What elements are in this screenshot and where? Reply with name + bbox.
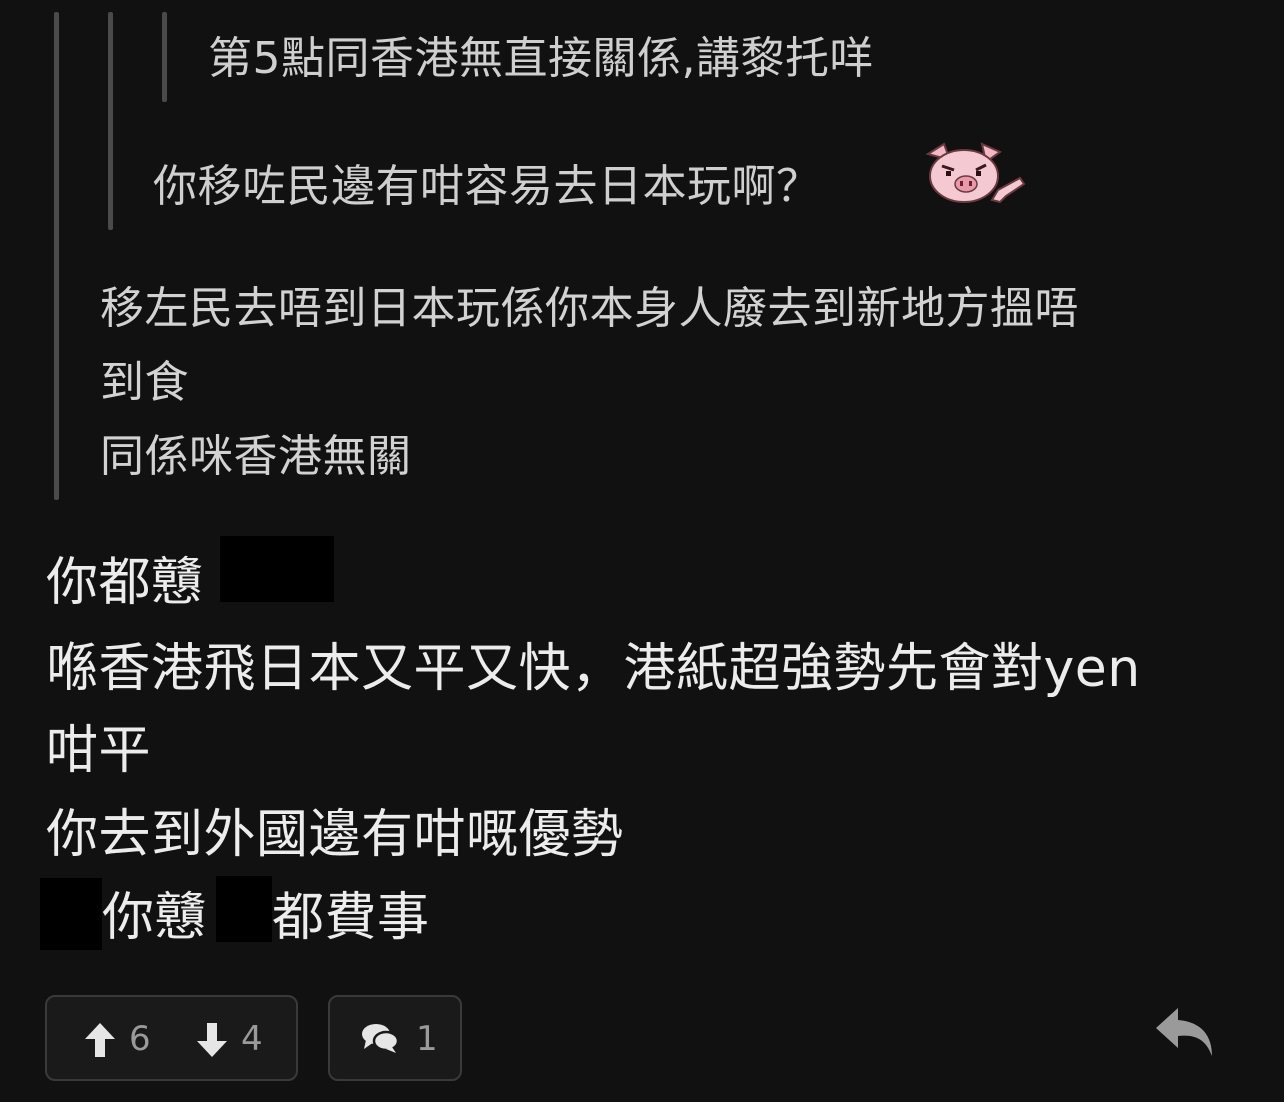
reply-line3: 咁平: [46, 721, 152, 781]
quote-bar-level3: [162, 12, 167, 102]
pig-sticker-icon: [925, 142, 1026, 204]
arrow-up-icon[interactable]: [83, 1021, 117, 1059]
arrow-down-icon[interactable]: [195, 1021, 229, 1059]
downvote-count: 4: [241, 1019, 263, 1059]
reply-line1: 你都戇: [46, 553, 204, 613]
redaction-box: [40, 878, 102, 950]
quote-level1-line1: 移左民去唔到日本玩係你本身人廢去到新地方搵唔: [100, 283, 1079, 334]
quote-level3-text: 第5點同香港無直接關係,講黎托咩: [208, 33, 874, 84]
quote-bar-level2: [108, 12, 113, 230]
upvote-count: 6: [129, 1019, 151, 1059]
reply-line5-part1: 你戇: [102, 888, 208, 948]
redaction-box: [220, 536, 334, 602]
vote-group: 6 4: [45, 995, 298, 1081]
quote-level1-line2: 到食: [100, 357, 189, 408]
comment-count: 1: [416, 1019, 438, 1059]
comment-bubbles-icon: [362, 1024, 400, 1053]
comment-button[interactable]: 1: [328, 995, 462, 1081]
reply-line4: 你去到外國邊有咁嘅優勢: [46, 805, 624, 865]
reply-line5-part2: 都費事: [272, 888, 430, 948]
quote-level2-text: 你移咗民邊有咁容易去日本玩啊？: [153, 161, 821, 212]
redaction-box: [216, 876, 272, 942]
quote-level1-line3: 同係咪香港無關: [100, 431, 412, 482]
quote-bar-level1: [54, 12, 59, 500]
reply-line2: 喺香港飛日本又平又快，港紙超強勢先會對yen: [46, 639, 1141, 699]
reply-arrow-icon[interactable]: [1150, 1002, 1220, 1062]
